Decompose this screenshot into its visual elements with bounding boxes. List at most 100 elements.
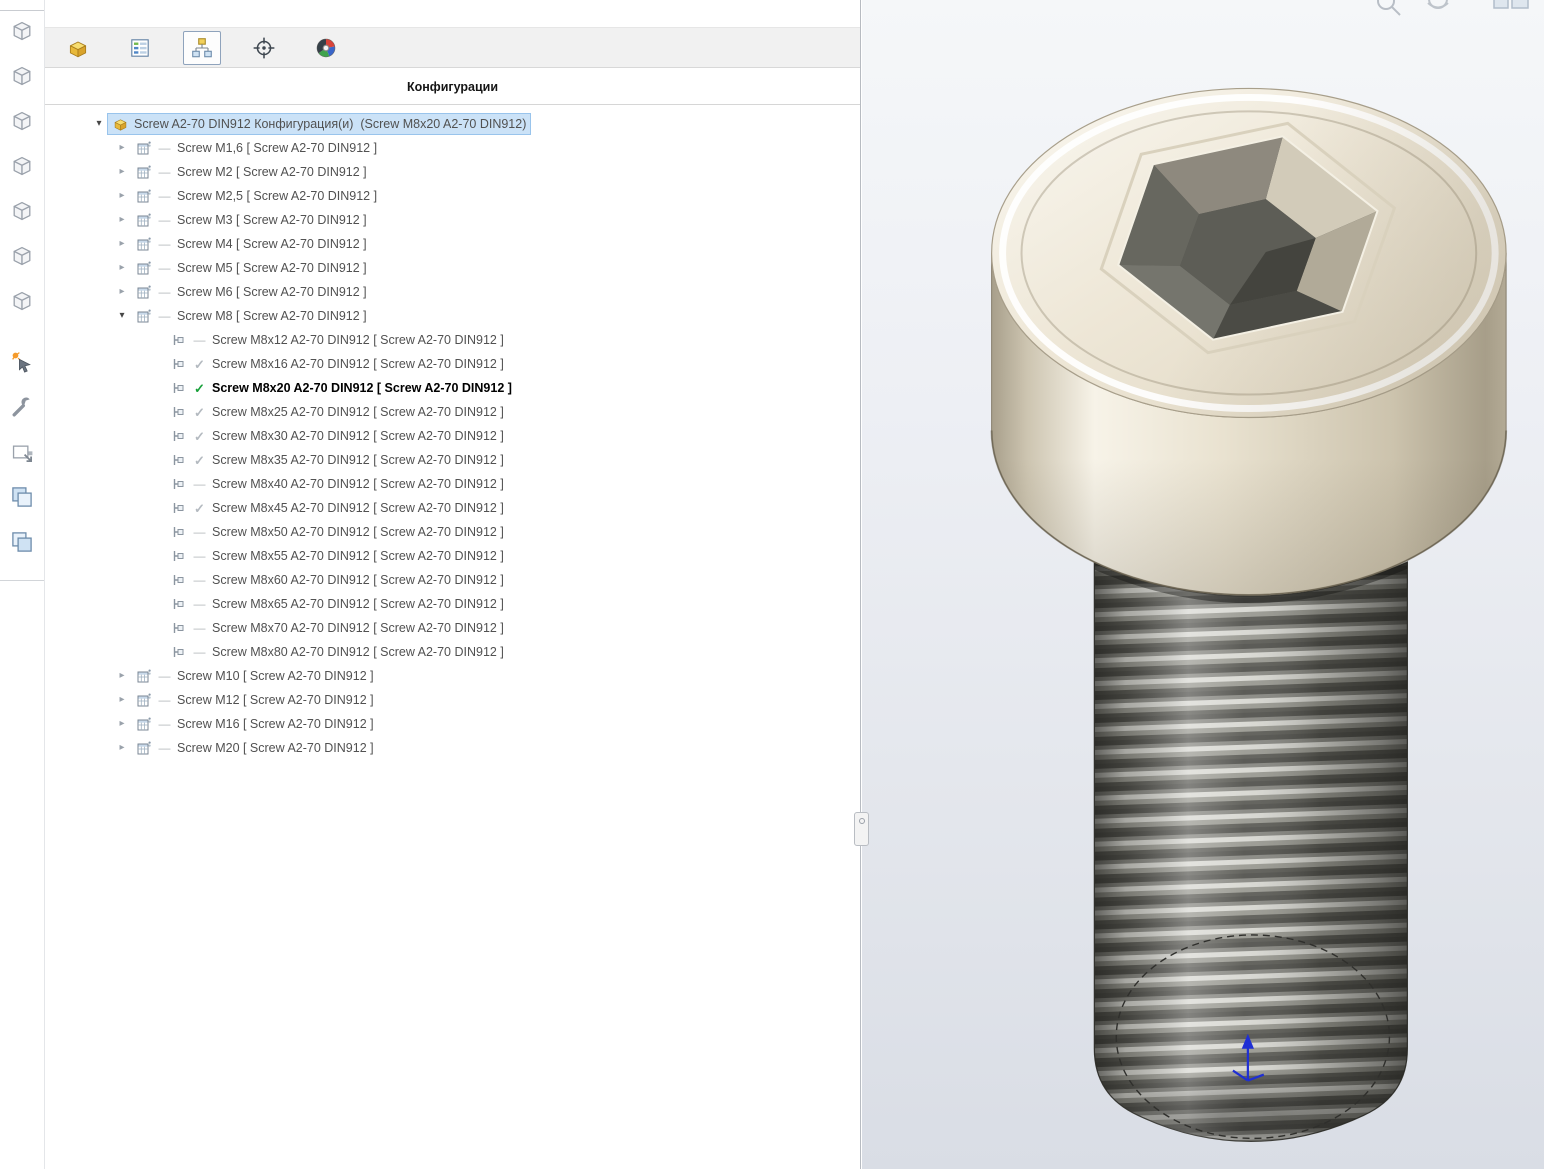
tree-row[interactable]: ✓ Screw M8x45 A2-70 DIN912 [ Screw A2-70 … (45, 496, 860, 520)
config-group-icon (135, 212, 152, 228)
config-group-icon (135, 692, 152, 708)
tree-row[interactable]: ✓Screw M8x25 A2-70 DIN912 [ Screw A2-70 … (45, 400, 860, 424)
tree-row[interactable]: ▾—Screw M8 [ Screw A2-70 DIN912 ] (45, 304, 860, 328)
tree-row[interactable]: ▸—Screw M16 [ Screw A2-70 DIN912 ] (45, 712, 860, 736)
config-label: Screw M8x12 A2-70 DIN912 [ Screw A2-70 D… (212, 333, 504, 347)
config-icon (170, 524, 187, 540)
config-group-icon (135, 668, 152, 684)
config-tree: ▾ Screw A2-70 DIN912 Конфигурация(и) (Scr… (45, 112, 860, 760)
config-label: Screw M3 [ Screw A2-70 DIN912 ] (177, 213, 367, 227)
copy-view-tool-1-icon[interactable] (5, 480, 39, 514)
config-icon (170, 428, 187, 444)
config-icon (170, 548, 187, 564)
expand-arrow-icon[interactable]: ▸ (114, 671, 130, 681)
view-cube-tool-1-icon[interactable] (5, 14, 39, 48)
config-label: Screw M8x45 A2-70 DIN912 [ Screw A2-70 D… (212, 501, 504, 515)
view-cube-tool-3-icon[interactable] (5, 104, 39, 138)
graphics-viewport[interactable] (862, 0, 1544, 1169)
tree-row[interactable]: — Screw M8x65 A2-70 DIN912 [ Screw A2-70 … (45, 592, 860, 616)
collapse-arrow-icon[interactable]: ▾ (114, 311, 130, 321)
panel-title: Конфигурации (45, 80, 860, 94)
tree-row[interactable]: —Screw M8x60 A2-70 DIN912 [ Screw A2-70 … (45, 568, 860, 592)
tree-row[interactable]: ▸ — Screw M3 [ Screw A2-70 DIN912 ] (45, 208, 860, 232)
config-dash-icon: — (192, 334, 207, 346)
tree-row[interactable]: ✓Screw M8x20 A2-70 DIN912 [ Screw A2-70 … (45, 376, 860, 400)
config-dash-icon: — (157, 742, 172, 754)
view-cube-tool-5-icon[interactable] (5, 194, 39, 228)
config-label: Screw M8x65 A2-70 DIN912 [ Screw A2-70 D… (212, 597, 504, 611)
config-dash-icon: — (157, 718, 172, 730)
tree-row[interactable]: ▸—Screw M12 [ Screw A2-70 DIN912 ] (45, 688, 860, 712)
tree-row[interactable]: —Screw M8x50 A2-70 DIN912 [ Screw A2-70 … (45, 520, 860, 544)
config-label: Screw M1,6 [ Screw A2-70 DIN912 ] (177, 141, 377, 155)
tree-row[interactable]: ▸—Screw M2 [ Screw A2-70 DIN912 ] (45, 160, 860, 184)
tab-dimxpert[interactable] (245, 31, 283, 65)
tree-row[interactable]: —Screw M8x55 A2-70 DIN912 [ Screw A2-70 … (45, 544, 860, 568)
tree-row[interactable]: ▸—Screw M20 [ Screw A2-70 DIN912 ] (45, 736, 860, 760)
config-dash-icon: — (157, 190, 172, 202)
view-cube-tool-4-icon[interactable] (5, 149, 39, 183)
select-tool-icon[interactable] (5, 345, 39, 379)
toolbar-separator (0, 580, 44, 581)
tree-row[interactable]: ▸ — Screw M1,6 [ Screw A2-70 DIN912 ] (45, 136, 860, 160)
wrench-tool-icon[interactable] (5, 390, 39, 424)
config-label: Screw A2-70 DIN912 Конфигурация(и) (Scre… (134, 117, 526, 131)
config-dash-icon: — (192, 622, 207, 634)
config-group-icon (135, 164, 152, 180)
orbit-icon[interactable] (1428, 0, 1448, 8)
tree-row[interactable]: ✓Screw M8x16 A2-70 DIN912 [ Screw A2-70 … (45, 352, 860, 376)
tab-displaymanager[interactable] (307, 31, 345, 65)
section-view-tool-icon[interactable] (5, 435, 39, 469)
expand-arrow-icon[interactable]: ▸ (114, 743, 130, 753)
config-dash-icon: — (192, 598, 207, 610)
config-label: Screw M8x60 A2-70 DIN912 [ Screw A2-70 D… (212, 573, 504, 587)
config-icon (170, 596, 187, 612)
config-icon (170, 380, 187, 396)
tree-row[interactable]: ✓Screw M8x35 A2-70 DIN912 [ Screw A2-70 … (45, 448, 860, 472)
tab-featuremanager[interactable] (59, 31, 97, 65)
expand-arrow-icon[interactable]: ▸ (114, 215, 130, 225)
tree-row[interactable]: ▸—Screw M6 [ Screw A2-70 DIN912 ] (45, 280, 860, 304)
tree-row[interactable]: — Screw M8x12 A2-70 DIN912 [ Screw A2-70 … (45, 328, 860, 352)
expand-arrow-icon[interactable]: ▸ (114, 167, 130, 177)
panels-icon[interactable] (1494, 0, 1528, 8)
tree-row[interactable]: —Screw M8x40 A2-70 DIN912 [ Screw A2-70 … (45, 472, 860, 496)
tree-row[interactable]: ▾ Screw A2-70 DIN912 Конфигурация(и) (Scr… (45, 112, 860, 136)
expand-arrow-icon[interactable]: ▸ (114, 143, 130, 153)
config-check-icon: ✓ (192, 502, 207, 515)
view-cube-tool-6-icon[interactable] (5, 239, 39, 273)
tree-row[interactable]: —Screw M8x80 A2-70 DIN912 [ Screw A2-70 … (45, 640, 860, 664)
collapse-arrow-icon[interactable]: ▾ (91, 119, 107, 129)
config-group-icon (135, 236, 152, 252)
magnifier-icon[interactable] (1378, 0, 1400, 15)
expand-arrow-icon[interactable]: ▸ (114, 191, 130, 201)
config-group-icon (135, 284, 152, 300)
expand-arrow-icon[interactable]: ▸ (114, 263, 130, 273)
tab-configurationmanager[interactable] (183, 31, 221, 65)
config-group-icon (135, 716, 152, 732)
expand-arrow-icon[interactable]: ▸ (114, 719, 130, 729)
expand-arrow-icon[interactable]: ▸ (114, 287, 130, 297)
config-dash-icon: — (157, 214, 172, 226)
solidworks-window: Конфигурации ▾ Screw A2-70 DIN912 Конфигу… (0, 0, 1544, 1169)
screw-shank (1083, 562, 1418, 1169)
config-dash-icon: — (157, 670, 172, 682)
expand-arrow-icon[interactable]: ▸ (114, 695, 130, 705)
view-cube-tool-2-icon[interactable] (5, 59, 39, 93)
tree-row[interactable]: ▸—Screw M10 [ Screw A2-70 DIN912 ] (45, 664, 860, 688)
config-group-icon (135, 140, 152, 156)
splitter-dot (859, 818, 865, 824)
view-cube-tool-7-icon[interactable] (5, 284, 39, 318)
config-dash-icon: — (157, 142, 172, 154)
expand-arrow-icon[interactable]: ▸ (114, 239, 130, 249)
part-icon (112, 116, 129, 132)
tree-row[interactable]: ▸—Screw M5 [ Screw A2-70 DIN912 ] (45, 256, 860, 280)
tree-row[interactable]: ▸—Screw M4 [ Screw A2-70 DIN912 ] (45, 232, 860, 256)
tree-row[interactable]: —Screw M8x70 A2-70 DIN912 [ Screw A2-70 … (45, 616, 860, 640)
panel-splitter-handle[interactable] (854, 812, 869, 846)
tree-row[interactable]: ✓Screw M8x30 A2-70 DIN912 [ Screw A2-70 … (45, 424, 860, 448)
config-dash-icon: — (157, 310, 172, 322)
tab-propertymanager[interactable] (121, 31, 159, 65)
tree-row[interactable]: ▸—Screw M2,5 [ Screw A2-70 DIN912 ] (45, 184, 860, 208)
copy-view-tool-2-icon[interactable] (5, 525, 39, 559)
